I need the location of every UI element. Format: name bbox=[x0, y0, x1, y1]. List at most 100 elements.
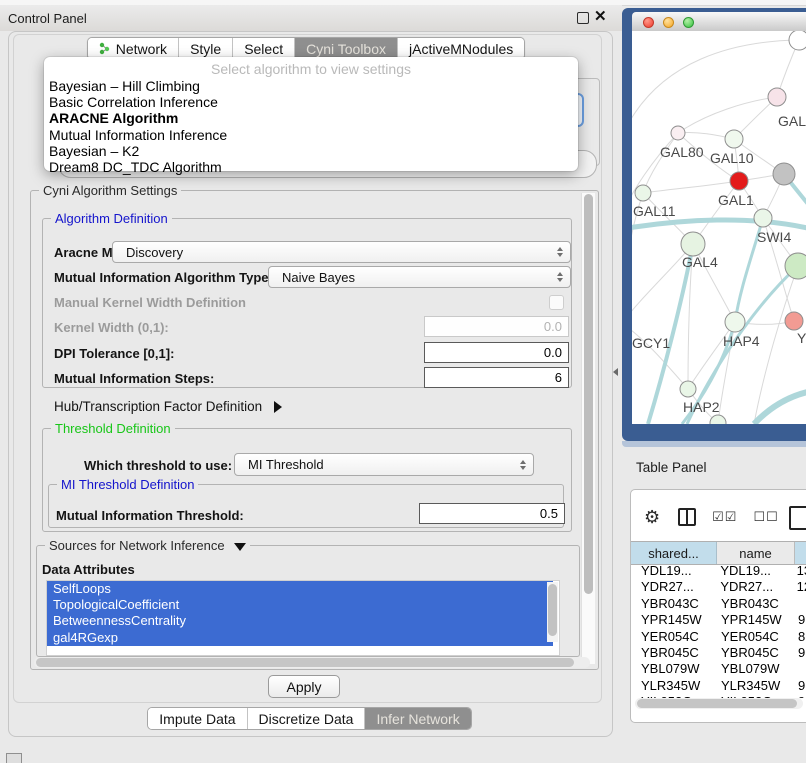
data-attribute-item[interactable]: SelfLoops bbox=[47, 581, 553, 597]
table-cell: YBL079W bbox=[717, 661, 795, 677]
table-cell: YDR27... bbox=[631, 579, 716, 595]
mi-steps-field[interactable]: 6 bbox=[424, 367, 569, 388]
tab-select[interactable]: Select bbox=[233, 38, 295, 59]
network-node-label: GCY1 bbox=[632, 335, 670, 351]
aracne-mode-combo[interactable]: Discovery bbox=[112, 241, 571, 263]
algorithm-option[interactable]: ARACNE Algorithm bbox=[44, 110, 578, 126]
table-cell: YER054C bbox=[631, 629, 717, 645]
deselect-all-checks-icon[interactable]: ☐☐ bbox=[753, 509, 778, 525]
data-attribute-item[interactable]: TopologicalCoefficient bbox=[47, 597, 553, 613]
data-attribute-item[interactable]: BetweennessCentrality bbox=[47, 613, 553, 629]
table-row[interactable]: YBR043CYBR043C bbox=[631, 596, 806, 612]
columns-icon[interactable] bbox=[678, 508, 696, 526]
table-row[interactable]: YBL079WYBL079W bbox=[631, 661, 806, 677]
close-traffic-light-icon[interactable] bbox=[643, 17, 654, 28]
tab-jactivemnodules[interactable]: jActiveMNodules bbox=[398, 38, 524, 59]
attributes-scrollbar[interactable] bbox=[547, 582, 558, 642]
gear-icon[interactable]: ⚙ bbox=[644, 507, 660, 528]
network-window-titlebar[interactable] bbox=[632, 12, 806, 32]
data-attribute-item[interactable]: gal4RGexp bbox=[47, 630, 553, 646]
manual-kernel-checkbox[interactable] bbox=[549, 295, 564, 310]
mi-type-combo[interactable]: Naive Bayes bbox=[268, 266, 571, 288]
table-row[interactable]: YBR045CYBR045C9. bbox=[631, 645, 806, 661]
network-node[interactable] bbox=[789, 31, 806, 50]
float-window-icon[interactable] bbox=[577, 12, 589, 24]
network-canvas[interactable]: GALGAL80GAL10GAL1GAL11SWI4GAL4GCY1HAP4YH… bbox=[632, 31, 806, 424]
table-cell: YDL19... bbox=[631, 563, 716, 579]
network-node-gal10[interactable] bbox=[725, 130, 743, 148]
table-horizontal-scrollbar[interactable] bbox=[635, 698, 803, 709]
table-cell: 13 bbox=[794, 563, 806, 579]
manual-kernel-label: Manual Kernel Width Definition bbox=[54, 295, 246, 310]
bottom-tabbar: Impute Data Discretize Data Infer Networ… bbox=[8, 707, 611, 730]
tab-style[interactable]: Style bbox=[179, 38, 233, 59]
table-cell: 9. bbox=[795, 645, 806, 661]
which-threshold-combo[interactable]: MI Threshold bbox=[234, 453, 534, 476]
table-row[interactable]: YDL19...YDL19...13 bbox=[631, 563, 806, 579]
network-node-gal1[interactable] bbox=[730, 172, 748, 190]
algorithm-option[interactable]: Bayesian – K2 bbox=[44, 143, 578, 159]
close-icon[interactable]: ✕ bbox=[594, 7, 607, 25]
column-header-shared[interactable]: shared... bbox=[631, 542, 717, 564]
algorithm-option[interactable]: Mutual Information Inference bbox=[44, 127, 578, 143]
table-cell: YBR045C bbox=[717, 645, 795, 661]
minimize-traffic-light-icon[interactable] bbox=[663, 17, 674, 28]
tab-infer-network[interactable]: Infer Network bbox=[365, 708, 470, 729]
network-node-gal[interactable] bbox=[768, 88, 786, 106]
algorithm-option[interactable]: Basic Correlation Inference bbox=[44, 94, 578, 110]
sources-legend[interactable]: Sources for Network Inference bbox=[45, 538, 250, 553]
table-row[interactable]: YPR145WYPR145W9. bbox=[631, 612, 806, 628]
apply-button[interactable]: Apply bbox=[268, 675, 340, 698]
panel-splitter-arrow[interactable] bbox=[613, 368, 618, 376]
network-node-gal11[interactable] bbox=[635, 185, 651, 201]
algorithm-dropdown: Select algorithm to view settings Bayesi… bbox=[44, 57, 578, 171]
network-edge[interactable] bbox=[754, 391, 806, 424]
data-attributes-list[interactable]: SelfLoopsTopologicalCoefficientBetweenne… bbox=[46, 580, 560, 656]
select-all-checks-icon[interactable]: ☑☑ bbox=[712, 509, 737, 525]
settings-hscroll-thumb[interactable] bbox=[36, 658, 574, 667]
algorithm-option[interactable]: Dream8 DC_TDC Algorithm bbox=[44, 159, 578, 175]
tab-network[interactable]: Network bbox=[88, 38, 179, 59]
table-cell: YPR145W bbox=[717, 612, 795, 628]
zoom-traffic-light-icon[interactable] bbox=[683, 17, 694, 28]
network-node-gal4[interactable] bbox=[681, 232, 705, 256]
threshold-definition-legend: Threshold Definition bbox=[51, 421, 175, 436]
network-edge[interactable] bbox=[643, 133, 678, 193]
settings-vscroll-thumb[interactable] bbox=[584, 194, 593, 594]
network-node-y[interactable] bbox=[785, 312, 803, 330]
network-node[interactable] bbox=[785, 253, 806, 279]
network-node[interactable] bbox=[710, 415, 726, 424]
algorithm-option[interactable]: Bayesian – Hill Climbing bbox=[44, 78, 578, 94]
column-header-clipped[interactable] bbox=[795, 542, 806, 564]
network-node-gal80[interactable] bbox=[671, 126, 685, 140]
network-node[interactable] bbox=[773, 163, 795, 185]
network-edge[interactable] bbox=[678, 97, 777, 133]
tab-impute-data[interactable]: Impute Data bbox=[148, 708, 247, 729]
network-node-label: GAL11 bbox=[633, 203, 676, 219]
network-node-label: SWI4 bbox=[757, 229, 791, 245]
table-cell: 8. bbox=[795, 629, 806, 645]
settings-vertical-scrollbar[interactable] bbox=[581, 193, 595, 664]
export-table-icon[interactable] bbox=[789, 506, 806, 530]
network-node-hap4[interactable] bbox=[725, 312, 745, 332]
table-cell: YLR345W bbox=[631, 678, 717, 694]
column-header-name[interactable]: name bbox=[717, 542, 795, 564]
tab-discretize-data[interactable]: Discretize Data bbox=[248, 708, 366, 729]
network-edge[interactable] bbox=[632, 220, 806, 229]
table-cell: YER054C bbox=[717, 629, 795, 645]
table-cell: YLR345W bbox=[717, 678, 795, 694]
table-row[interactable]: YLR345WYLR345W9. bbox=[631, 678, 806, 694]
network-graph: GALGAL80GAL10GAL1GAL11SWI4GAL4GCY1HAP4YH… bbox=[632, 31, 806, 424]
table-row[interactable]: YER054CYER054C8. bbox=[631, 629, 806, 645]
dpi-tolerance-field[interactable]: 0.0 bbox=[424, 342, 569, 363]
hub-expander[interactable]: Hub/Transcription Factor Definition bbox=[54, 399, 282, 414]
expander-expanded-icon bbox=[234, 543, 246, 551]
network-node-swi4[interactable] bbox=[754, 209, 772, 227]
network-node-hap2[interactable] bbox=[680, 381, 696, 397]
tab-cyni-toolbox[interactable]: Cyni Toolbox bbox=[295, 38, 398, 59]
settings-horizontal-scrollbar[interactable] bbox=[34, 657, 590, 668]
mi-threshold-field[interactable]: 0.5 bbox=[419, 503, 565, 524]
table-row[interactable]: YDR27...YDR27...12 bbox=[631, 579, 806, 595]
kernel-width-field[interactable]: 0.0 bbox=[424, 316, 569, 337]
network-view-window[interactable]: GALGAL80GAL10GAL1GAL11SWI4GAL4GCY1HAP4YH… bbox=[622, 8, 806, 441]
